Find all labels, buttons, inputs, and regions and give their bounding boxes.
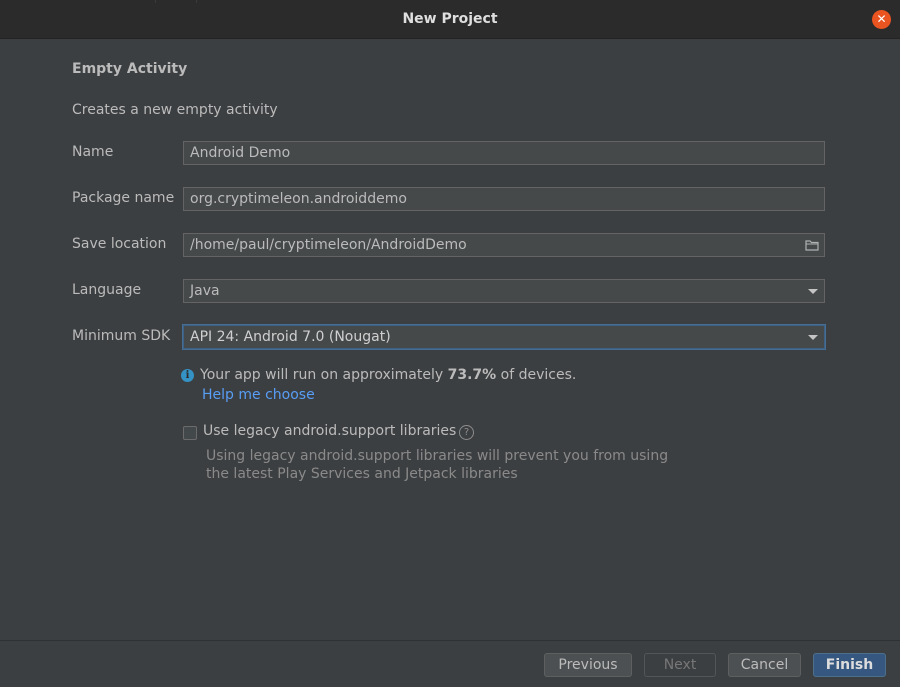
- chevron-down-icon: [808, 289, 818, 294]
- legacy-libraries-description: Using legacy android.support libraries w…: [206, 447, 676, 483]
- cancel-button[interactable]: Cancel: [728, 653, 801, 677]
- language-value: Java: [190, 283, 220, 299]
- save-location-field[interactable]: /home/paul/cryptimeleon/AndroidDemo: [183, 233, 825, 257]
- minimum-sdk-label: Minimum SDK: [72, 328, 171, 344]
- previous-button[interactable]: Previous: [544, 653, 632, 677]
- coverage-text-after: of devices.: [496, 367, 577, 383]
- question-icon[interactable]: ?: [459, 425, 474, 440]
- window-title: New Project: [402, 11, 498, 27]
- name-label: Name: [72, 144, 114, 160]
- info-icon: i: [181, 369, 194, 382]
- coverage-text-before: Your app will run on approximately: [200, 367, 448, 383]
- title-bar-tab-edge: [0, 0, 156, 3]
- help-me-choose-link[interactable]: Help me choose: [202, 387, 315, 403]
- chevron-down-icon: [808, 335, 818, 340]
- template-description: Creates a new empty activity: [72, 102, 278, 118]
- folder-icon[interactable]: [805, 238, 819, 252]
- package-name-field[interactable]: org.cryptimeleon.androiddemo: [183, 187, 825, 211]
- template-heading: Empty Activity: [72, 61, 188, 77]
- language-select[interactable]: Java: [183, 279, 825, 303]
- new-project-dialog: New Project ✕ Empty Activity Creates a n…: [0, 0, 900, 687]
- footer-divider: [0, 640, 900, 641]
- save-location-value: /home/paul/cryptimeleon/AndroidDemo: [190, 237, 467, 253]
- coverage-percent: 73.7%: [447, 367, 497, 383]
- legacy-description-line-2: the latest Play Services and Jetpack lib…: [206, 466, 518, 482]
- legacy-description-line-1: Using legacy android.support libraries w…: [206, 448, 669, 464]
- legacy-libraries-label[interactable]: Use legacy android.support libraries: [203, 423, 456, 439]
- package-name-value: org.cryptimeleon.androiddemo: [190, 191, 407, 207]
- next-button[interactable]: Next: [644, 653, 716, 677]
- name-field[interactable]: Android Demo: [183, 141, 825, 165]
- title-bar: New Project ✕: [0, 0, 900, 39]
- title-bar-tab-edge: [156, 0, 197, 3]
- minimum-sdk-value: API 24: Android 7.0 (Nougat): [190, 329, 391, 345]
- save-location-label: Save location: [72, 236, 167, 252]
- minimum-sdk-select[interactable]: API 24: Android 7.0 (Nougat): [183, 325, 825, 349]
- finish-button[interactable]: Finish: [813, 653, 886, 677]
- language-label: Language: [72, 282, 142, 298]
- close-icon[interactable]: ✕: [872, 10, 891, 29]
- name-value: Android Demo: [190, 145, 291, 161]
- device-coverage-text: Your app will run on approximately 73.7%…: [200, 367, 576, 383]
- package-name-label: Package name: [72, 190, 175, 206]
- legacy-libraries-checkbox[interactable]: [183, 426, 197, 440]
